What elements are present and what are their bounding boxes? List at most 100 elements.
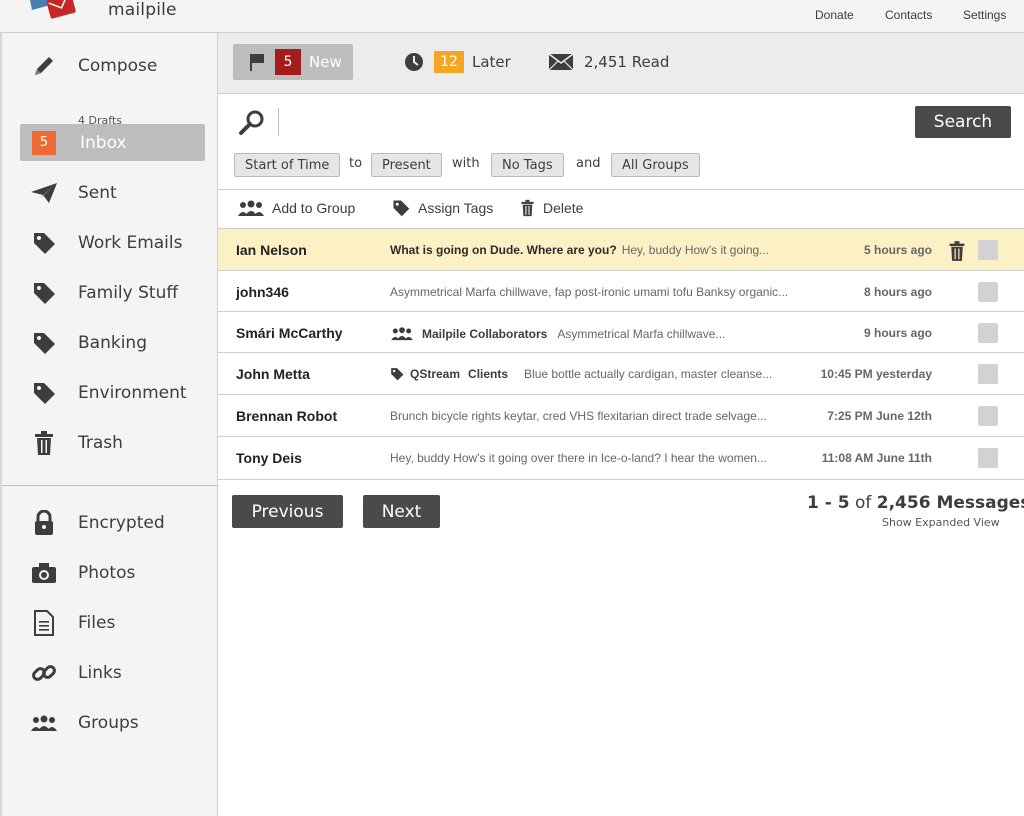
previous-page-button[interactable]: Previous bbox=[232, 495, 343, 528]
pencil-icon bbox=[30, 52, 58, 80]
search-icon[interactable] bbox=[238, 108, 266, 136]
brand-name: mailpile bbox=[108, 0, 177, 20]
new-count-badge: 5 bbox=[275, 49, 301, 75]
add-to-group-label: Add to Group bbox=[272, 200, 356, 216]
next-page-button[interactable]: Next bbox=[363, 495, 440, 528]
new-label: New bbox=[309, 53, 342, 71]
groups-chip[interactable]: All Groups bbox=[611, 153, 700, 177]
camera-icon bbox=[30, 559, 58, 587]
assign-tags-label: Assign Tags bbox=[418, 200, 494, 216]
search-input[interactable] bbox=[278, 108, 279, 136]
tag-icon bbox=[30, 279, 58, 307]
flag-icon bbox=[249, 53, 265, 71]
contacts-link[interactable]: Contacts bbox=[885, 8, 932, 22]
bulk-actions-bar: Add to Group Assign Tags Delete bbox=[218, 190, 1024, 228]
message-sender: Tony Deis bbox=[236, 450, 302, 466]
sidebar-item-photos[interactable]: Photos bbox=[20, 554, 205, 591]
message-sender: john346 bbox=[236, 284, 289, 300]
sidebar-item-environment[interactable]: Environment bbox=[20, 374, 205, 411]
assign-tags-button[interactable]: Assign Tags bbox=[392, 199, 493, 217]
filter-new-button[interactable]: 5 New bbox=[233, 44, 353, 80]
sidebar-item-links[interactable]: Links bbox=[20, 654, 205, 691]
message-preview: What is going on Dude. Where are you? He… bbox=[390, 243, 769, 257]
sidebar-item-label: Environment bbox=[78, 382, 187, 403]
message-time: 7:25 PM June 12th bbox=[827, 409, 932, 423]
message-preview: QStream Clients Blue bottle actually car… bbox=[390, 367, 772, 381]
filter-bar: 5 New 12 Later 2,451 Read bbox=[218, 33, 1024, 94]
tag-icon bbox=[392, 199, 410, 217]
sidebar-item-family-stuff[interactable]: Family Stuff bbox=[20, 274, 205, 311]
sidebar-item-label: Sent bbox=[78, 182, 117, 203]
message-row[interactable]: Smári McCarthy Mailpile Collaborators As… bbox=[218, 311, 1024, 353]
message-row[interactable]: john346 Asymmetrical Marfa chillwave, fa… bbox=[218, 270, 1024, 312]
sidebar-divider bbox=[2, 485, 218, 486]
message-checkbox[interactable] bbox=[978, 282, 998, 302]
message-preview: Brunch bicycle rights keytar, cred VHS f… bbox=[390, 409, 767, 423]
message-row[interactable]: Tony Deis Hey, buddy How's it going over… bbox=[218, 436, 1024, 478]
message-time: 5 hours ago bbox=[863, 243, 932, 257]
settings-link[interactable]: Settings bbox=[963, 8, 1006, 22]
message-row[interactable]: John Metta QStream Clients Blue bottle a… bbox=[218, 352, 1024, 394]
tag-icon bbox=[30, 229, 58, 257]
message-checkbox[interactable] bbox=[978, 448, 998, 468]
sidebar-item-sent[interactable]: Sent bbox=[20, 174, 205, 211]
message-count: 1 - 5 of 2,456 Messages bbox=[807, 493, 1024, 513]
search-button[interactable]: Search bbox=[915, 106, 1011, 138]
delete-button[interactable]: Delete bbox=[520, 199, 583, 217]
with-word: with bbox=[452, 156, 480, 171]
search-area: Search Start of Time to Present with No … bbox=[218, 94, 1024, 190]
sidebar-item-files[interactable]: Files bbox=[20, 604, 205, 641]
sidebar-item-label: Photos bbox=[78, 562, 136, 583]
trash-icon[interactable] bbox=[948, 240, 966, 267]
donate-link[interactable]: Donate bbox=[815, 8, 854, 22]
groups-icon bbox=[390, 326, 414, 341]
mailpile-logo[interactable] bbox=[28, 0, 78, 24]
sidebar-item-work-emails[interactable]: Work Emails bbox=[20, 224, 205, 261]
message-snippet: Asymmetrical Marfa chillwave... bbox=[557, 326, 726, 341]
message-sender: Brennan Robot bbox=[236, 408, 338, 424]
filter-later-button[interactable]: 12 Later bbox=[404, 44, 511, 80]
message-preview: Hey, buddy How's it going over there in … bbox=[390, 451, 767, 465]
sidebar-item-compose[interactable]: Compose bbox=[20, 47, 205, 84]
of-word: of bbox=[854, 493, 872, 513]
sidebar-item-label: Banking bbox=[78, 332, 147, 353]
sidebar-item-banking[interactable]: Banking bbox=[20, 324, 205, 361]
sidebar-item-groups[interactable]: Groups bbox=[20, 704, 205, 741]
message-tag[interactable]: Clients bbox=[468, 367, 508, 381]
tags-chip[interactable]: No Tags bbox=[491, 153, 564, 177]
sidebar-item-trash[interactable]: Trash bbox=[20, 424, 205, 461]
message-checkbox[interactable] bbox=[978, 406, 998, 426]
message-snippet: Hey, buddy How's it going over there in … bbox=[390, 451, 767, 465]
message-row[interactable]: Ian Nelson What is going on Dude. Where … bbox=[218, 228, 1024, 270]
sidebar-item-label: Work Emails bbox=[78, 232, 183, 253]
envelope-icon bbox=[548, 53, 574, 71]
sidebar-item-label: Family Stuff bbox=[78, 282, 179, 303]
sidebar-item-label: Inbox bbox=[80, 132, 127, 153]
to-word: to bbox=[349, 156, 363, 171]
sidebar-item-label: Groups bbox=[78, 712, 139, 733]
add-to-group-button[interactable]: Add to Group bbox=[238, 199, 355, 217]
show-expanded-view-link[interactable]: Show Expanded View bbox=[882, 516, 1000, 529]
message-checkbox[interactable] bbox=[978, 240, 998, 260]
message-row[interactable]: Brennan Robot Brunch bicycle rights keyt… bbox=[218, 394, 1024, 436]
message-tag[interactable]: QStream bbox=[410, 367, 460, 381]
date-to-chip[interactable]: Present bbox=[371, 153, 442, 177]
groups-icon bbox=[238, 199, 264, 217]
message-checkbox[interactable] bbox=[978, 323, 998, 343]
trash-icon bbox=[520, 199, 535, 217]
later-count-badge: 12 bbox=[434, 51, 464, 73]
sidebar-item-encrypted[interactable]: Encrypted bbox=[20, 504, 205, 541]
message-snippet: Hey, buddy How's it going... bbox=[621, 243, 770, 257]
filter-read-button[interactable]: 2,451 Read bbox=[548, 44, 669, 80]
date-from-chip[interactable]: Start of Time bbox=[234, 153, 341, 177]
delete-label: Delete bbox=[543, 200, 584, 216]
tag-icon bbox=[390, 367, 404, 381]
sidebar-item-inbox[interactable]: 5 Inbox bbox=[20, 124, 205, 161]
inbox-unread-badge: 5 bbox=[32, 130, 56, 155]
top-bar: mailpile Donate Contacts Settings bbox=[0, 0, 1024, 33]
message-time: 11:08 AM June 11th bbox=[821, 451, 932, 465]
message-snippet: Asymmetrical Marfa chillwave, fap post-i… bbox=[390, 285, 789, 299]
message-group[interactable]: Mailpile Collaborators bbox=[422, 327, 547, 341]
sidebar-item-label: Links bbox=[78, 662, 122, 683]
message-checkbox[interactable] bbox=[978, 364, 998, 384]
